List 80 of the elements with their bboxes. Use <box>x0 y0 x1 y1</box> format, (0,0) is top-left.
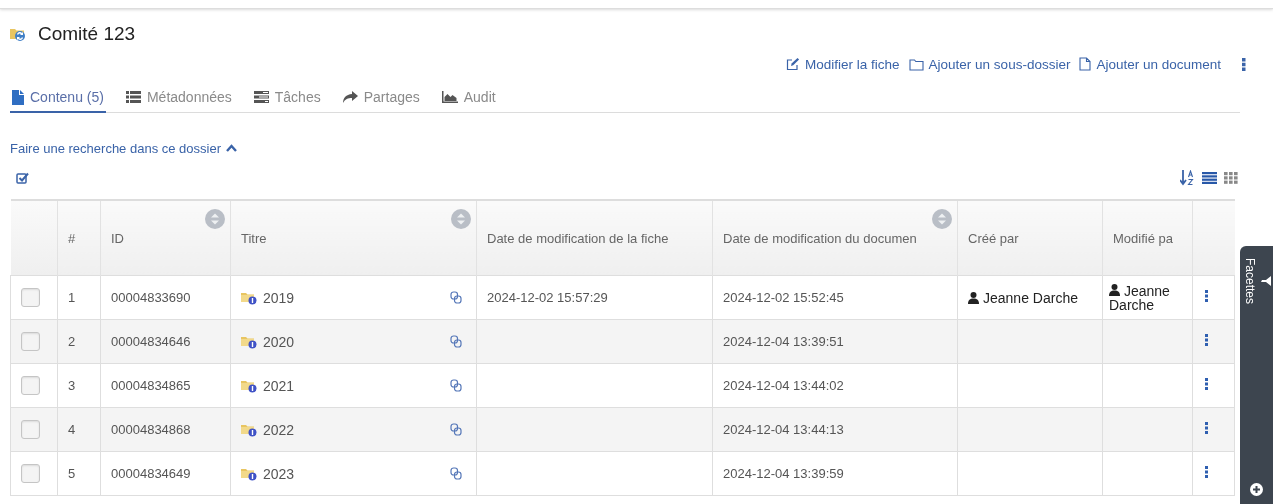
edit-icon <box>786 57 801 71</box>
row-checkbox[interactable] <box>21 376 40 395</box>
shared-folder-icon <box>241 290 258 305</box>
row-checkbox[interactable] <box>21 420 40 439</box>
tab[interactable]: Audit <box>439 83 498 113</box>
column-header[interactable]: Date de modification du documen <box>712 200 958 276</box>
column-header: # <box>57 200 101 276</box>
id-cell: 00004833690 <box>111 290 191 305</box>
folder-title-link[interactable]: 2021 <box>263 377 295 394</box>
file-icon <box>12 89 24 105</box>
row-checkbox[interactable] <box>21 332 40 351</box>
filter-icon <box>1260 276 1271 286</box>
date-cell: 2024-12-02 15:57:29 <box>487 290 608 305</box>
tab[interactable]: Tâches <box>251 83 323 113</box>
facets-tab[interactable]: Facettes <box>1242 258 1257 305</box>
link-icon[interactable] <box>450 423 462 436</box>
row-checkbox[interactable] <box>21 464 40 483</box>
folder-title-link[interactable]: 2023 <box>263 465 295 482</box>
tab[interactable]: Métadonnées <box>123 83 234 113</box>
shared-folder-icon <box>241 334 258 349</box>
shared-folder-icon <box>241 466 258 481</box>
person-icon <box>1109 283 1120 296</box>
link-icon[interactable] <box>450 467 462 480</box>
column-header: Date de modification de la fiche <box>476 200 713 276</box>
share-arrow-icon <box>342 91 358 103</box>
page-title: Comité 123 <box>38 23 136 45</box>
row-menu-icon[interactable] <box>1205 334 1209 346</box>
person-icon <box>968 291 979 304</box>
tab[interactable]: Partages <box>340 83 422 113</box>
add-circle-icon[interactable] <box>1250 483 1263 496</box>
folder-title-link[interactable]: 2019 <box>263 289 295 306</box>
date-cell: 2024-12-04 13:39:59 <box>723 466 844 481</box>
list-view-icon[interactable] <box>1202 172 1217 184</box>
user-name: Jeanne Darche <box>968 289 1102 306</box>
area-chart-icon <box>441 91 458 103</box>
shared-folder-icon <box>241 378 258 393</box>
grid-view-icon[interactable] <box>1224 172 1238 184</box>
tasks-icon <box>253 91 269 103</box>
folder-title-link[interactable]: 2022 <box>263 421 295 438</box>
link-icon[interactable] <box>450 335 462 348</box>
column-header: Créé par <box>957 200 1103 276</box>
user-name: Jeanne Darche <box>1109 283 1171 312</box>
select-all-checkbox-icon[interactable] <box>16 172 29 184</box>
folder-icon <box>908 57 924 71</box>
chevron-up-icon[interactable] <box>226 144 237 152</box>
link-icon[interactable] <box>450 291 462 304</box>
row-number: 4 <box>68 422 76 437</box>
column-header[interactable]: ID <box>100 200 231 276</box>
row-menu-icon[interactable] <box>1205 422 1209 434</box>
date-cell: 2024-12-04 13:44:13 <box>723 422 844 437</box>
folder-title-link[interactable]: 2020 <box>263 333 295 350</box>
id-cell: 00004834868 <box>111 422 191 437</box>
date-cell: 2024-12-04 13:44:02 <box>723 378 844 393</box>
row-menu-icon[interactable] <box>1205 466 1209 478</box>
action-link[interactable]: Ajouter un sous-dossier <box>908 56 1071 72</box>
row-number: 5 <box>68 466 76 481</box>
row-menu-icon[interactable] <box>1205 290 1209 302</box>
date-cell: 2024-12-02 15:52:45 <box>723 290 844 305</box>
shared-folder-icon <box>10 26 28 42</box>
column-header: Modifié pa <box>1102 200 1193 276</box>
shared-folder-icon <box>241 422 258 437</box>
sort-alpha-icon[interactable] <box>1180 170 1195 186</box>
tab[interactable]: Contenu (5) <box>10 83 106 113</box>
date-cell: 2024-12-04 13:39:51 <box>723 334 844 349</box>
id-cell: 00004834646 <box>111 334 191 349</box>
row-menu-icon[interactable] <box>1205 378 1209 390</box>
row-number: 1 <box>68 290 76 305</box>
list-icon <box>125 91 141 103</box>
link-icon[interactable] <box>450 379 462 392</box>
more-menu-icon[interactable] <box>1242 57 1246 71</box>
id-cell: 00004834649 <box>111 466 191 481</box>
action-link[interactable]: Ajouter un document <box>1079 56 1221 72</box>
row-checkbox[interactable] <box>21 288 40 307</box>
column-header[interactable]: Titre <box>230 200 477 276</box>
row-number: 3 <box>68 378 76 393</box>
id-cell: 00004834865 <box>111 378 191 393</box>
row-number: 2 <box>68 334 76 349</box>
search-folder-link[interactable]: Faire une recherche dans ce dossier <box>10 140 221 156</box>
action-link[interactable]: Modifier la fiche <box>786 56 900 72</box>
document-icon <box>1079 57 1092 71</box>
